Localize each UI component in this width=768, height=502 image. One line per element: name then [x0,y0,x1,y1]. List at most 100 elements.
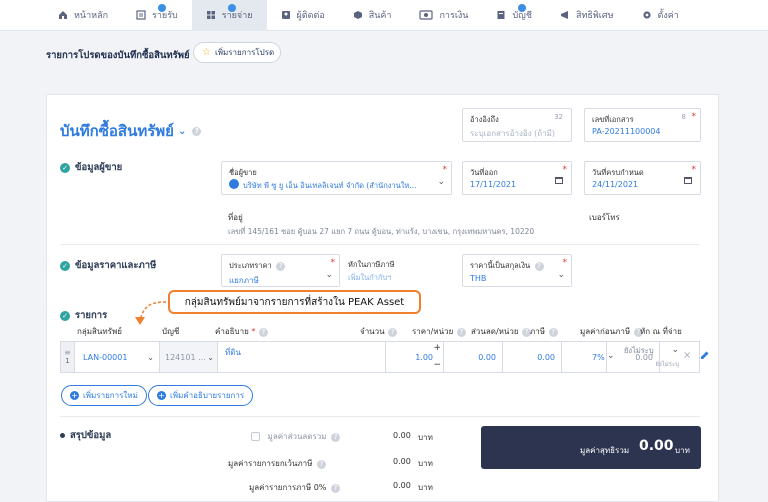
help-icon[interactable]: ? [330,484,340,493]
add-row-label: เพิ่มรายการใหม่ [83,391,138,400]
help-icon[interactable]: ? [276,262,286,271]
calendar-icon[interactable] [684,177,692,184]
plus-icon: + [70,391,79,400]
account-select[interactable]: 124101 ... ⌄ [160,342,218,372]
calendar-icon[interactable] [555,177,563,184]
withholding-cell[interactable]: ยังไม่ระบุ ยังไม่ระบุ ⌄ [624,345,679,369]
help-icon[interactable]: ? [258,328,268,337]
nav-income[interactable]: รายรับ [122,0,192,31]
chevron-down-icon[interactable]: ⌄ [437,177,445,187]
favorites-section-title: รายการโปรดของบันทึกซื้อสินทรัพย์ [46,50,190,61]
vendor-name-field[interactable]: ชื่อผู้ขาย * บริษัท พี ซู ยู เอ็น อินเทล… [221,161,452,195]
zero-vat-value: 0.00 [393,481,411,490]
col-header-discount: ส่วนลด/หน่วย ? [471,325,532,338]
qty-stepper[interactable]: 1.00 + − [386,342,444,372]
issue-date-input[interactable]: 17/11/2021 [470,180,516,189]
exempt-value: 0.00 [393,457,411,466]
summary-title-text: สรุปข้อมูล [70,430,112,441]
nav-finance[interactable]: การเงิน [405,0,482,31]
remove-row-icon[interactable]: × [683,350,691,361]
asset-group-select[interactable]: LAN-00001 ⌄ [75,342,160,372]
help-icon[interactable]: ? [456,328,466,337]
vendor-name-input[interactable]: บริษัท พี ซู ยู เอ็น อินเทลลิเจนท์ จำกัด… [243,180,438,192]
add-row-button[interactable]: + เพิ่มรายการใหม่ [61,385,147,406]
currency-label: ราคานี้เป็นสกุลเงิน ? [470,260,544,272]
discount-total-checkbox[interactable] [251,432,260,441]
exempt-unit: บาท [418,459,433,468]
required-mark: * [562,258,568,268]
withholding-input[interactable]: เพิ่มในกำกับฯ [348,272,392,284]
currency-field[interactable]: ราคานี้เป็นสกุลเงิน ? * THB ⌄ [462,254,572,287]
chevron-down-icon: ⌄ [177,125,187,137]
add-description-label: เพิ่มคำอธิบายรายการ [170,391,245,400]
gear-icon [642,10,652,20]
help-icon[interactable]: ? [192,126,202,136]
nav-home[interactable]: หน้าหลัก [44,0,122,31]
add-favorite-button[interactable]: ☆ เพิ่มรายการโปรด [193,42,281,63]
asset-group-callout: กลุ่มสินทรัพย์มาจากรายการที่สร้างใน PEAK… [168,290,421,314]
price-type-select[interactable]: แยกภาษี [229,274,259,287]
decrement-icon[interactable]: − [433,360,441,370]
currency-select[interactable]: THB [470,274,486,283]
add-description-button[interactable]: + เพิ่มคำอธิบายรายการ [148,385,254,406]
price-type-label-text: ประเภทราคา [229,261,272,270]
doc-number-input[interactable]: PA-20211100004 [592,127,660,136]
col-header-description-text: คำอธิบาย [215,327,249,336]
issue-date-label: วันที่ออก [470,168,498,177]
vat-chevron-icon: ⌄ [607,351,615,361]
withholding-field[interactable]: หักในภาษีภาษี เพิ่มในกำกับฯ [347,254,452,287]
row-index: 1 [65,357,70,365]
col-header-qty: จำนวน ? [360,325,398,338]
help-icon[interactable]: ? [316,460,326,469]
help-icon[interactable]: ? [331,433,341,442]
home-icon [58,10,68,20]
nav-products[interactable]: สินค้า [339,0,406,31]
edit-icon[interactable] [700,350,710,363]
drag-handle[interactable]: ≡ 1 [61,342,75,372]
discount-input[interactable]: 0.00 [503,342,562,372]
vat-select[interactable]: 7% [562,342,607,372]
chevron-down-icon: ⌄ [147,352,154,362]
money-icon [419,10,434,20]
address-value: เลขที่ 145/161 ซอย คู้บอน 27 แยก 7 ถนน ค… [228,227,535,236]
summary-section-title: สรุปข้อมูล [60,428,111,443]
nav-expense[interactable]: รายจ่าย [191,0,267,31]
col-header-description: คำอธิบาย * ? [215,325,268,338]
help-icon[interactable]: ? [534,262,544,271]
nav-settings[interactable]: ตั้งค่า [628,0,693,31]
expense-icon [206,10,216,20]
unit-price-input[interactable]: 0.00 [444,342,503,372]
increment-icon[interactable]: + [433,343,441,353]
add-favorite-label: เพิ่มรายการโปรด [214,48,275,57]
doc-number-field[interactable]: เลขที่เอกสาร 8 * PA-20211100004 [584,108,701,142]
top-navigation: หน้าหลัก รายรับ รายจ่าย ผู้ติดต่อ สินค้า… [0,0,768,31]
vendor-name-label: ชื่อผู้ขาย [229,168,257,177]
phone-label: เบอร์โทร [589,213,620,222]
col-header-unit-price-text: ราคา/หน่วย [412,327,454,336]
chevron-down-icon: ⌄ [207,352,214,362]
reference-input[interactable]: ระบุเอกสารอ้างอิง (ถ้ามี) [470,127,555,140]
nav-label: สิทธิพิเศษ [575,11,614,21]
description-input[interactable]: ที่ดิน [218,342,386,372]
due-date-field[interactable]: วันที่ครบกำหนด * 24/11/2021 [584,161,701,195]
col-header-pre-tax-text: มูลค่าก่อนภาษี [580,327,631,336]
nav-contacts[interactable]: ผู้ติดต่อ [267,0,339,31]
check-circle-icon: ✓ [60,310,70,321]
help-icon[interactable]: ? [548,328,558,337]
chevron-down-icon[interactable]: ⌄ [557,270,565,280]
doc-number-label: เลขที่เอกสาร [592,115,634,124]
pricing-section-text: ข้อมูลราคาและภาษี [75,260,157,271]
nav-accounting[interactable]: บัญชี [482,0,546,31]
col-header-unit-price: ราคา/หน่วย ? [412,325,466,338]
chevron-down-icon[interactable]: ⌄ [325,270,333,280]
nav-privileges[interactable]: สิทธิพิเศษ [546,0,628,31]
qty-value: 1.00 [415,352,433,362]
due-date-input[interactable]: 24/11/2021 [592,180,638,189]
reference-field[interactable]: อ้างอิงถึง 32 ระบุเอกสารอ้างอิง (ถ้ามี) [462,108,572,142]
col-header-discount-text: ส่วนลด/หน่วย [471,327,519,336]
issue-date-field[interactable]: วันที่ออก * 17/11/2021 [462,161,572,195]
help-icon[interactable]: ? [388,328,398,337]
section-divider [60,244,700,245]
document-title[interactable]: บันทึกซื้อสินทรัพย์ ⌄ ? [60,119,202,143]
price-type-field[interactable]: ประเภทราคา ? * แยกภาษี ⌄ [221,254,340,287]
